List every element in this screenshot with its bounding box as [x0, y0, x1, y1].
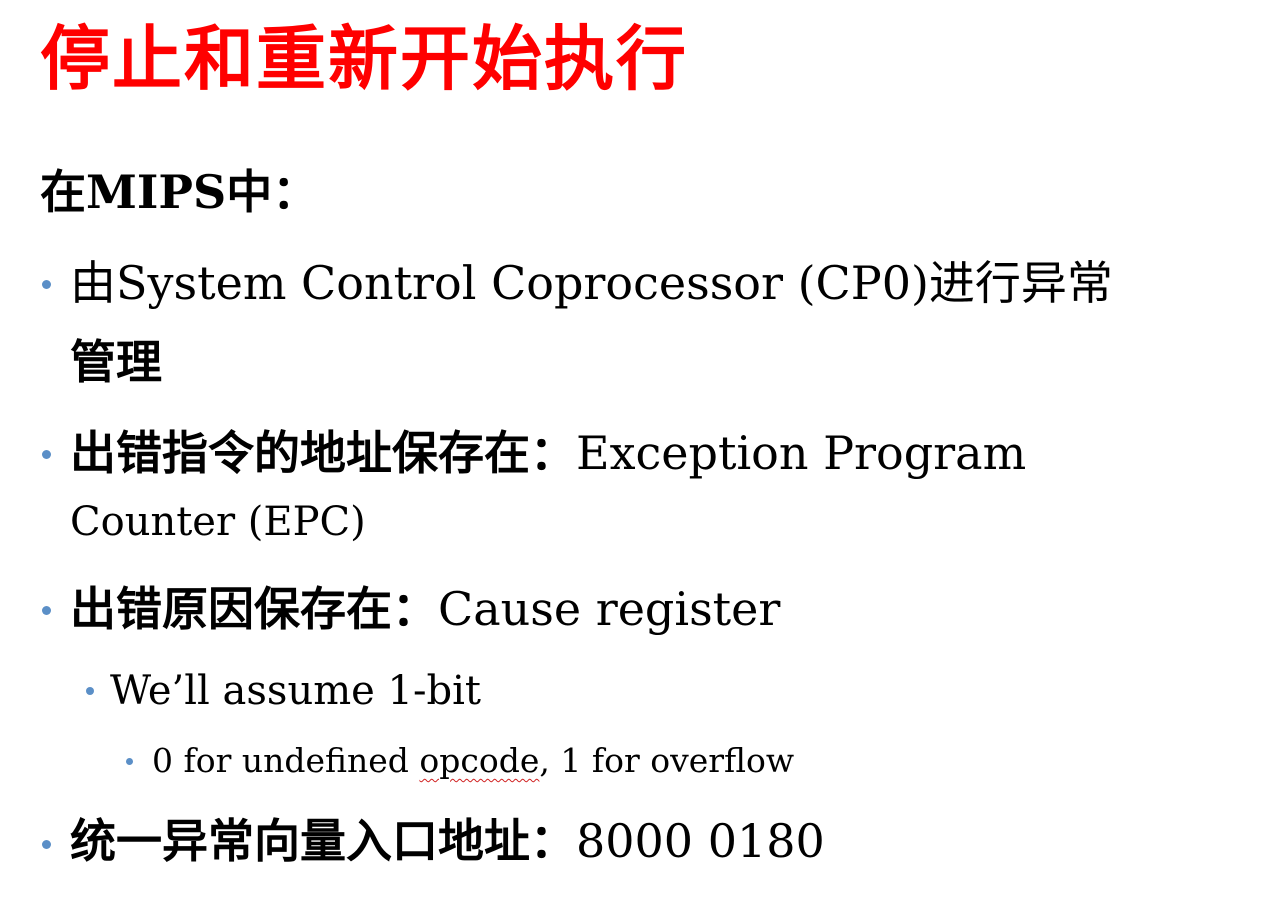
slide-title: 停止和重新开始执行 [40, 17, 688, 100]
spellcheck-word: opcode [419, 741, 540, 780]
bullet-2-cjk-text: 出错指令的地址保存在： [70, 426, 576, 480]
bullet-4-cjk-text: 统一异常向量入口地址： [70, 814, 576, 868]
bullet-3-en-text: Cause register [438, 582, 781, 636]
slide: 停止和重新开始执行 在MIPS中： 由System Control Coproc… [0, 0, 1270, 907]
sub-bullet-dot [86, 687, 94, 695]
bullet-3-cjk-text: 出错原因保存在： [70, 582, 438, 636]
bullet-dot [42, 280, 51, 289]
sub-bullet-text: We’ll assume 1-bit [110, 668, 481, 714]
bullet-1-line-2: 管理 [70, 335, 162, 389]
subsub-bullet-dot [126, 758, 133, 765]
bullet-dot [42, 450, 51, 459]
bullet-3-line-1: 出错原因保存在：Cause register [70, 575, 780, 643]
bullet-dot [42, 840, 51, 849]
bullet-2-line-2: Counter (EPC) [70, 499, 366, 545]
bullet-4-en-text: 8000 0180 [576, 814, 825, 868]
bullet-2-en-text: Exception Program [576, 426, 1027, 480]
subsub-text-before: 0 for undefined [152, 741, 420, 780]
subsub-bullet-text: 0 for undefined opcode, 1 for overflow [152, 736, 794, 786]
subsub-text-after: , 1 for overflow [539, 741, 795, 780]
bullet-4-line-1: 统一异常向量入口地址：8000 0180 [70, 807, 825, 875]
intro-line: 在MIPS中： [40, 165, 319, 219]
bullet-2-line-1: 出错指令的地址保存在：Exception Program [70, 419, 1026, 487]
bullet-1-line-1: 由System Control Coprocessor (CP0)进行异常 [70, 256, 1113, 310]
bullet-dot [42, 606, 51, 615]
